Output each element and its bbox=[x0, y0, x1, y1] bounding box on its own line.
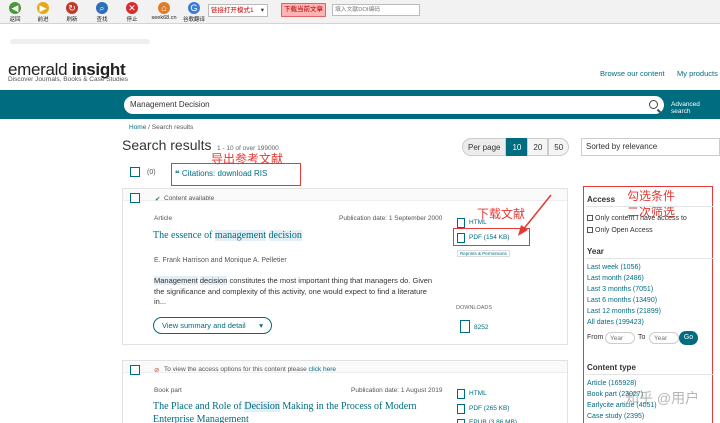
view-summary-button[interactable]: View summary and detail ▾ bbox=[153, 317, 272, 334]
nav-browse[interactable]: Browse our content bbox=[600, 69, 665, 78]
breadcrumb-home[interactable]: Home bbox=[129, 124, 146, 131]
filter-year-item[interactable]: All dates (199423) bbox=[587, 319, 644, 326]
result-title-1[interactable]: The essence of management decision bbox=[153, 230, 302, 241]
result-type: Article bbox=[154, 215, 173, 222]
stop-icon: ✕ bbox=[126, 2, 138, 14]
forward-button[interactable]: ▶ 前进 bbox=[28, 1, 58, 23]
downloads-label: DOWNLOADS bbox=[456, 305, 493, 311]
dropdown-arrow-icon: ▾ bbox=[260, 7, 264, 14]
year-from-label: From bbox=[587, 334, 604, 341]
per-page-50[interactable]: 50 bbox=[548, 138, 570, 156]
no-access-icon: ⊘ bbox=[154, 367, 160, 374]
result-type-2: Book part bbox=[154, 387, 182, 394]
download-count: 8252 bbox=[474, 324, 489, 331]
checkbox[interactable] bbox=[587, 215, 593, 221]
result-checkbox-2[interactable] bbox=[130, 365, 140, 375]
publication-date: Publication date: 1 September 2000 bbox=[339, 215, 443, 222]
google-icon: G bbox=[188, 2, 200, 14]
search-icon: ⌕ bbox=[96, 2, 108, 14]
stop-button[interactable]: ✕ 停止 bbox=[117, 1, 147, 23]
search-icon[interactable] bbox=[649, 100, 658, 109]
back-arrow-icon: ◀ bbox=[9, 2, 21, 14]
epub-link-2[interactable]: EPUB (3.86 MB) bbox=[469, 419, 517, 423]
result-title-2[interactable]: The Place and Role of Decision Making in… bbox=[153, 401, 417, 412]
filter-year-item[interactable]: Last 6 months (13490) bbox=[587, 297, 657, 304]
advanced-search-link[interactable]: Advanced search bbox=[671, 101, 720, 115]
site-tagline: Discover Journals, Books & Case Studies bbox=[8, 76, 128, 83]
click-here-link[interactable]: click here bbox=[309, 366, 336, 373]
find-button[interactable]: ⌕ 查找 bbox=[87, 1, 117, 23]
breadcrumb: Home / Search results bbox=[129, 124, 194, 131]
download-count-icon bbox=[460, 320, 470, 333]
browser-toolbar: ◀ 返回 ▶ 前进 ↻ 刷新 ⌕ 查找 ✕ 停止 ⌂ seek68.cn G 谷歌翻译 链接打… bbox=[0, 0, 720, 24]
abstract: Management decision constitutes the most… bbox=[154, 276, 433, 306]
filter-year-title: Year bbox=[587, 247, 604, 256]
link-mode-select[interactable]: 链接打开模式1 ▾ bbox=[208, 4, 268, 17]
checkbox[interactable] bbox=[587, 227, 593, 233]
nav-my-products[interactable]: My products bbox=[677, 69, 718, 78]
filter-year-item[interactable]: Last 3 months (7051) bbox=[587, 286, 653, 293]
filter-open-access-option[interactable]: Only Open Access bbox=[587, 227, 653, 234]
filter-type-item[interactable]: Article (165928) bbox=[587, 380, 636, 387]
blank-area bbox=[0, 25, 720, 55]
access-options-text: To view the access options for this cont… bbox=[164, 366, 336, 373]
per-page-20[interactable]: 20 bbox=[527, 138, 549, 156]
pdf-icon bbox=[457, 404, 465, 414]
pdf-link-2[interactable]: PDF (265 KB) bbox=[469, 405, 509, 412]
refresh-icon: ↻ bbox=[66, 2, 78, 14]
download-article-button[interactable]: 下载当前文章 bbox=[281, 3, 326, 17]
back-button[interactable]: ◀ 返回 bbox=[0, 1, 30, 23]
seek68-button[interactable]: ⌂ seek68.cn bbox=[147, 1, 181, 23]
filter-content-type-title: Content type bbox=[587, 363, 636, 372]
html-icon bbox=[457, 389, 465, 399]
filter-year-item[interactable]: Last week (1056) bbox=[587, 264, 641, 271]
result-checkbox-1[interactable] bbox=[130, 193, 140, 203]
filter-year-item[interactable]: Last 12 months (21899) bbox=[587, 308, 661, 315]
select-all-checkbox[interactable] bbox=[130, 167, 140, 177]
selected-count: (0) bbox=[147, 169, 156, 176]
filter-year-item[interactable]: Last month (2486) bbox=[587, 275, 644, 282]
year-to-label: To bbox=[638, 334, 646, 341]
filter-access-title: Access bbox=[587, 195, 616, 204]
search-input[interactable]: Management Decision bbox=[124, 96, 664, 114]
annotation-arrow-icon bbox=[518, 194, 552, 236]
per-page-10[interactable]: 10 bbox=[506, 138, 528, 156]
per-page-control: Per page 10 20 50 bbox=[462, 138, 570, 156]
filter-type-item[interactable]: Case study (2395) bbox=[587, 413, 644, 420]
home-icon: ⌂ bbox=[158, 2, 170, 14]
year-from-input[interactable] bbox=[605, 332, 635, 344]
sort-select[interactable]: Sorted by relevance bbox=[581, 138, 720, 156]
authors: E. Frank Harrison and Monique A. Pelleti… bbox=[154, 257, 287, 264]
access-status: Content available bbox=[164, 195, 215, 202]
export-annotation-label: 导出参考文献 bbox=[211, 152, 284, 166]
html-icon bbox=[457, 218, 465, 228]
publication-date-2: Publication date: 1 August 2019 bbox=[351, 387, 443, 394]
chevron-down-icon: ▾ bbox=[259, 321, 263, 330]
forward-arrow-icon: ▶ bbox=[37, 2, 49, 14]
filter-access-option[interactable]: Only content I have access to bbox=[587, 215, 687, 222]
html-link-2[interactable]: HTML bbox=[469, 390, 487, 397]
result-title-2-line2[interactable]: Enterprise Management bbox=[153, 414, 249, 423]
per-page-label: Per page bbox=[462, 138, 507, 156]
check-icon: ✔ bbox=[155, 196, 161, 203]
breadcrumb-current: Search results bbox=[151, 124, 194, 131]
page-title: Search results bbox=[122, 137, 212, 153]
epub-icon bbox=[457, 419, 465, 423]
reprints-link[interactable]: Reprints & Permissions bbox=[457, 250, 510, 257]
google-translate-button[interactable]: G 谷歌翻译 bbox=[178, 1, 210, 23]
watermark: 知乎 @用户 bbox=[625, 390, 700, 406]
year-to-input[interactable] bbox=[649, 332, 679, 344]
filter-annotation-label-1: 勾选条件 bbox=[627, 189, 676, 203]
doi-input[interactable] bbox=[332, 4, 420, 16]
refresh-button[interactable]: ↻ 刷新 bbox=[57, 1, 87, 23]
year-go-button[interactable]: Go bbox=[679, 331, 698, 345]
